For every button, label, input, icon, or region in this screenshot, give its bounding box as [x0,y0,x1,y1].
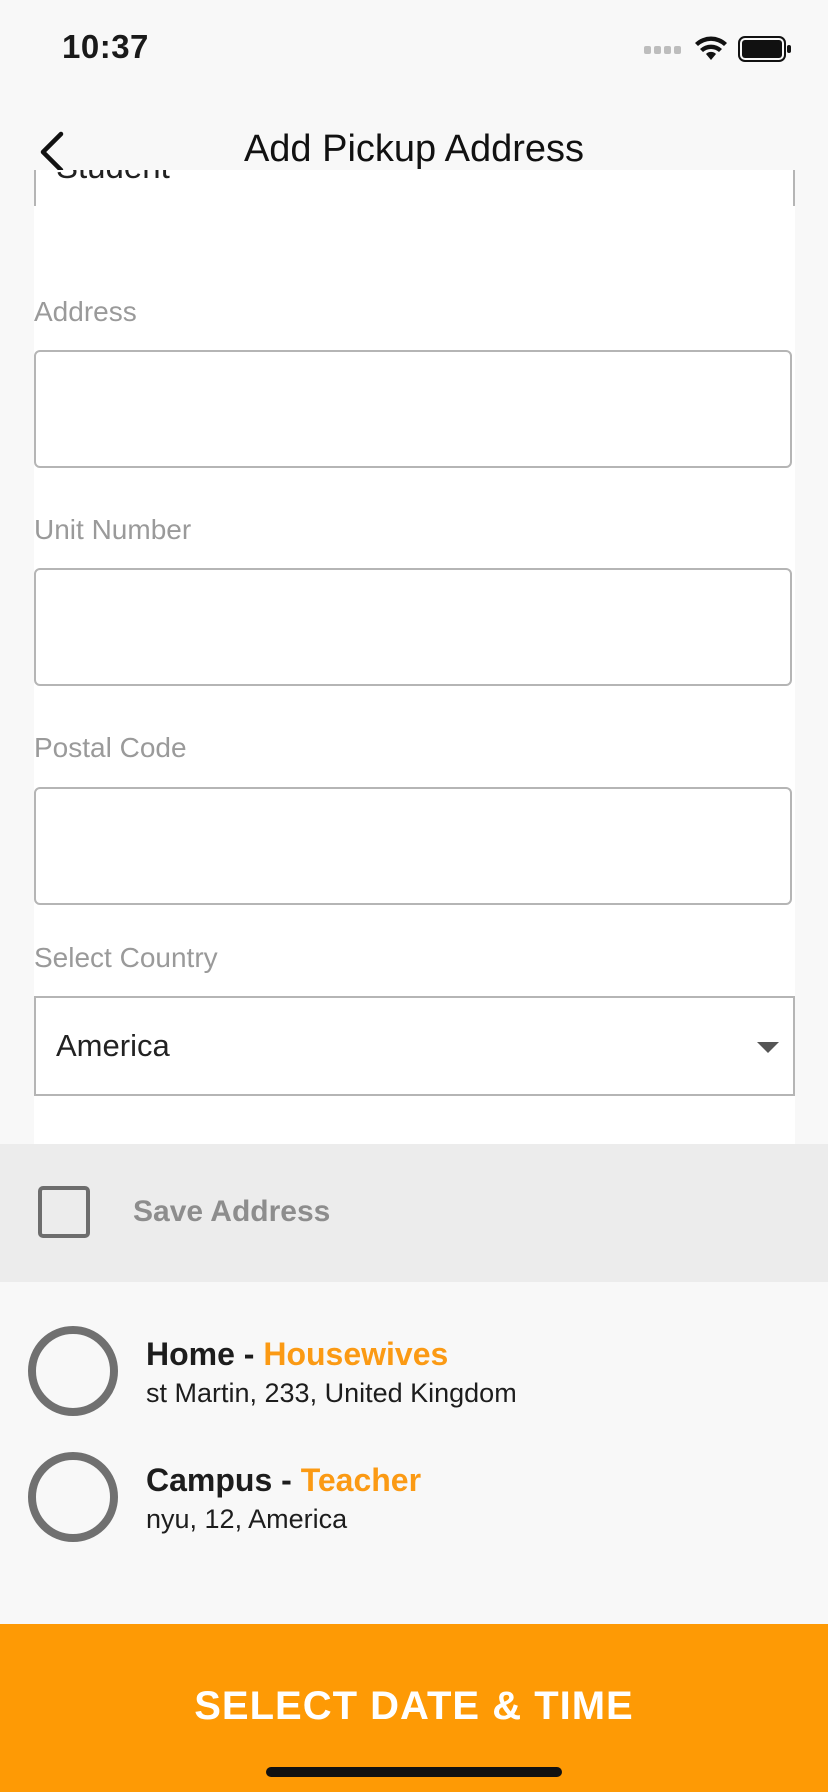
address-detail: nyu, 12, America [146,1504,348,1534]
select-country-label: Select Country [34,942,218,973]
signal-icon [644,43,684,61]
address-detail: st Martin, 233, United Kingdom [146,1378,517,1408]
country-select[interactable]: America [34,996,795,1096]
saved-address-item[interactable]: Campus - Teacher nyu, 12, America [0,1452,828,1562]
saved-address-item[interactable]: Home - Housewives st Martin, 233, United… [0,1326,828,1436]
save-address-checkbox[interactable] [38,1186,90,1238]
select-date-time-button[interactable]: SELECT DATE & TIME [0,1624,828,1792]
address-title: Home - Housewives [146,1336,448,1373]
postal-code-label: Postal Code [34,732,187,763]
battery-icon [738,36,792,67]
unit-number-input[interactable] [34,568,792,686]
address-form: Address Unit Number Postal Code Select C… [34,206,795,1144]
address-type: Housewives [263,1336,449,1372]
address-input[interactable] [34,350,792,468]
save-address-row: Save Address [0,1144,828,1282]
status-bar: 10:37 [0,0,828,100]
save-address-label: Save Address [133,1195,331,1228]
unit-number-label: Unit Number [34,514,192,545]
country-select-value: America [56,1028,170,1063]
address-type: Teacher [300,1462,422,1498]
address-name: Home - [146,1336,264,1372]
status-icons [644,36,792,67]
address-label: Address [34,296,137,327]
dropdown-arrow-icon [757,1042,779,1053]
wifi-icon [694,36,728,67]
partial-field-value: Student [56,170,170,186]
address-title: Campus - Teacher [146,1462,421,1499]
cta-label: SELECT DATE & TIME [194,1684,634,1728]
status-time: 10:37 [62,28,149,65]
home-indicator [266,1767,562,1777]
page-title: Add Pickup Address [243,128,585,170]
radio-button[interactable] [28,1452,118,1542]
radio-button[interactable] [28,1326,118,1416]
postal-code-input[interactable] [34,787,792,905]
address-name: Campus - [146,1462,301,1498]
